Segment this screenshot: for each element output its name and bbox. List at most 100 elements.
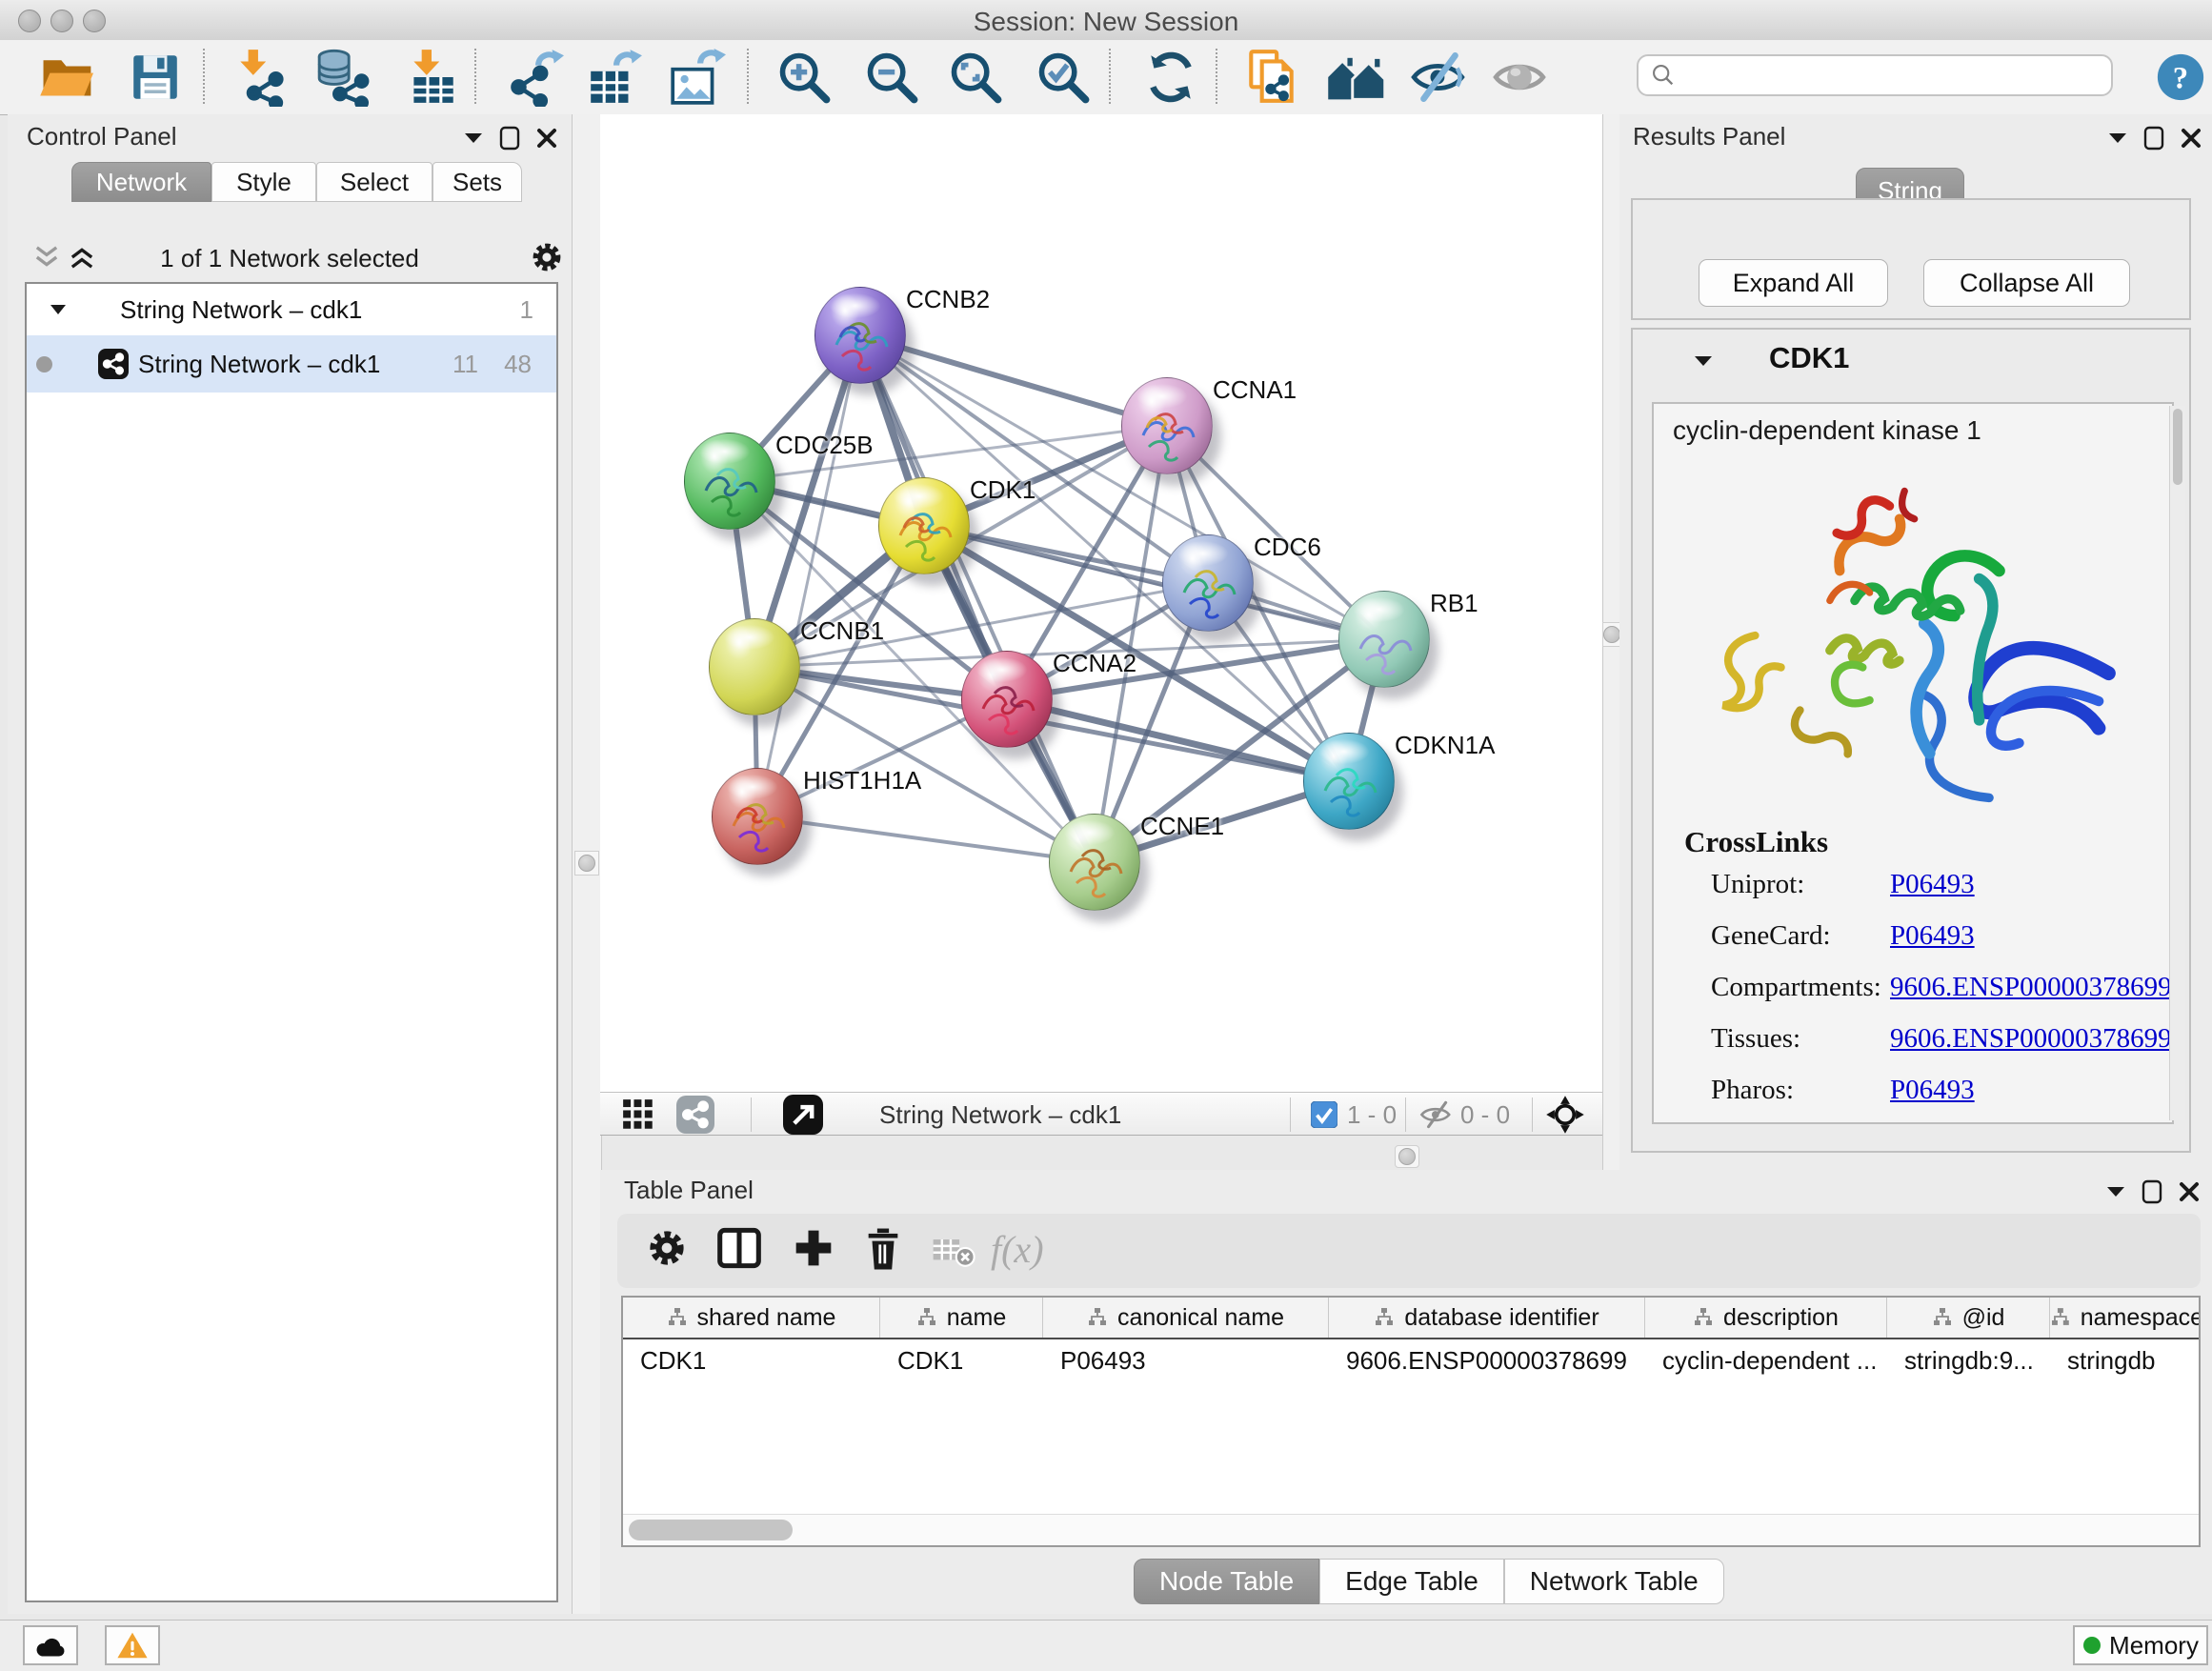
- network-collection-row[interactable]: String Network – cdk1 1: [27, 284, 556, 335]
- expand-all-button[interactable]: Expand All: [1699, 259, 1888, 307]
- node-CDC6[interactable]: [1162, 534, 1254, 632]
- import-table-file-button[interactable]: [404, 48, 459, 107]
- collapse-all-button[interactable]: Collapse All: [1923, 259, 2130, 307]
- column-header-description[interactable]: description: [1645, 1298, 1887, 1338]
- crosslink-link[interactable]: P06493: [1890, 920, 1975, 952]
- refresh-button[interactable]: [1143, 48, 1198, 107]
- table-cell[interactable]: 9606.ENSP00000378699: [1329, 1339, 1645, 1381]
- export-image-button[interactable]: [667, 48, 726, 107]
- tab-style[interactable]: Style: [211, 162, 316, 202]
- zoom-fit-button[interactable]: [947, 48, 1004, 107]
- show-columns-icon[interactable]: [716, 1227, 762, 1269]
- save-session-button[interactable]: [128, 48, 183, 107]
- show-hidden-button[interactable]: [1492, 48, 1547, 107]
- right-splitter-grip[interactable]: [1602, 622, 1621, 647]
- neighborhood-button[interactable]: [1324, 48, 1389, 107]
- crosslink-link[interactable]: P06493: [1890, 869, 1975, 900]
- delete-table-icon[interactable]: [932, 1237, 975, 1267]
- help-button[interactable]: ?: [2155, 48, 2206, 107]
- network-from-selection-button[interactable]: [1244, 48, 1299, 107]
- table-cell[interactable]: stringdb: [2050, 1339, 2201, 1381]
- node-HIST1H1A[interactable]: [712, 768, 803, 865]
- section-collapse-icon[interactable]: [1693, 354, 1714, 368]
- float-panel-icon[interactable]: [499, 126, 520, 151]
- collapse-panel-icon[interactable]: [463, 131, 484, 145]
- crosslink-link[interactable]: 9606.ENSP00000378699: [1890, 1023, 2172, 1055]
- global-search-field[interactable]: [1637, 54, 2113, 96]
- tab-sets[interactable]: Sets: [432, 162, 522, 202]
- column-header-canonical-name[interactable]: canonical name: [1043, 1298, 1329, 1338]
- node-table[interactable]: shared namenamecanonical namedatabase id…: [621, 1296, 2201, 1547]
- import-network-file-button[interactable]: [231, 48, 290, 107]
- memory-button[interactable]: Memory: [2073, 1625, 2208, 1665]
- grid-view-icon[interactable]: [622, 1098, 654, 1131]
- close-panel-icon[interactable]: [2180, 127, 2202, 150]
- export-table-button[interactable]: [585, 48, 644, 107]
- node-CDKN1A[interactable]: [1303, 733, 1395, 830]
- column-header-name[interactable]: name: [880, 1298, 1043, 1338]
- table-cell[interactable]: CDK1: [880, 1339, 1043, 1381]
- node-CCNA1[interactable]: [1121, 377, 1213, 474]
- zoom-out-button[interactable]: [863, 48, 920, 107]
- hscrollbar-thumb[interactable]: [629, 1520, 793, 1540]
- gene-description: cyclin-dependent kinase 1: [1673, 415, 1981, 446]
- float-panel-icon[interactable]: [2142, 1179, 2162, 1204]
- table-cell[interactable]: P06493: [1043, 1339, 1329, 1381]
- export-network-button[interactable]: [505, 48, 564, 107]
- results-scrollbar[interactable]: [2169, 406, 2185, 1120]
- column-header--id[interactable]: @id: [1887, 1298, 2050, 1338]
- node-RB1[interactable]: [1338, 591, 1430, 688]
- node-CDC25B[interactable]: [684, 433, 775, 530]
- zoom-selected-button[interactable]: [1035, 48, 1092, 107]
- tab-network[interactable]: Network: [71, 162, 211, 202]
- table-options-gear-icon[interactable]: [646, 1227, 688, 1269]
- bottom-splitter-grip[interactable]: [1395, 1145, 1419, 1168]
- import-network-database-button[interactable]: [314, 48, 373, 107]
- tab-network-table[interactable]: Network Table: [1504, 1559, 1724, 1604]
- zoom-in-button[interactable]: [775, 48, 833, 107]
- column-header-shared-name[interactable]: shared name: [623, 1298, 880, 1338]
- left-splitter-grip[interactable]: [574, 851, 599, 876]
- network-options-gear-icon[interactable]: [530, 240, 564, 274]
- table-data-row[interactable]: CDK1CDK1P064939606.ENSP00000378699cyclin…: [623, 1339, 2199, 1381]
- add-column-icon[interactable]: [793, 1227, 835, 1269]
- network-overview-icon[interactable]: [676, 1096, 714, 1134]
- tab-edge-table[interactable]: Edge Table: [1319, 1559, 1504, 1604]
- open-session-button[interactable]: [38, 48, 97, 107]
- crosshair-icon[interactable]: [1545, 1095, 1585, 1135]
- crosslink-link[interactable]: P06493: [1890, 1075, 1975, 1106]
- node-CCNA2[interactable]: [961, 651, 1053, 748]
- network-row-selected[interactable]: String Network – cdk1 11 48: [27, 335, 556, 393]
- warnings-button[interactable]: [105, 1625, 160, 1665]
- close-panel-icon[interactable]: [2178, 1180, 2201, 1203]
- crosslink-row: Tissues:9606.ENSP00000378699: [1654, 1023, 2176, 1075]
- hidden-eye-slash-icon[interactable]: [1419, 1099, 1454, 1130]
- open-in-window-icon[interactable]: [783, 1095, 823, 1135]
- cloud-button[interactable]: [23, 1625, 78, 1665]
- tree-expand-icon[interactable]: [50, 304, 67, 315]
- collapse-panel-icon[interactable]: [2107, 131, 2128, 145]
- node-CCNB1[interactable]: [709, 618, 800, 715]
- network-canvas[interactable]: CCNB2CCNA1CDC25BCDK1CDC6RB1CCNB1CCNA2CDK…: [600, 114, 1602, 1092]
- node-CCNB2[interactable]: [814, 287, 906, 384]
- hide-selected-button[interactable]: [1410, 48, 1469, 107]
- selected-checkbox-icon[interactable]: [1311, 1101, 1337, 1128]
- table-cell[interactable]: stringdb:9...: [1887, 1339, 2050, 1381]
- node-CDK1[interactable]: [878, 477, 970, 574]
- import-table-icon: [413, 50, 439, 75]
- search-input[interactable]: [1677, 60, 2090, 91]
- table-hscrollbar[interactable]: [623, 1514, 2199, 1545]
- tab-select[interactable]: Select: [316, 162, 432, 202]
- collapse-panel-icon[interactable]: [2105, 1185, 2126, 1198]
- column-header-namespace[interactable]: namespace: [2050, 1298, 2201, 1338]
- table-cell[interactable]: cyclin-dependent ...: [1645, 1339, 1887, 1381]
- float-panel-icon[interactable]: [2143, 126, 2164, 151]
- node-CCNE1[interactable]: [1049, 814, 1140, 911]
- table-cell[interactable]: CDK1: [623, 1339, 880, 1381]
- column-header-database-identifier[interactable]: database identifier: [1329, 1298, 1645, 1338]
- delete-column-icon[interactable]: [863, 1227, 903, 1271]
- tab-node-table[interactable]: Node Table: [1134, 1559, 1319, 1604]
- function-builder-button[interactable]: f(x): [991, 1227, 1044, 1272]
- crosslink-link[interactable]: 9606.ENSP00000378699: [1890, 972, 2172, 1003]
- close-panel-icon[interactable]: [535, 127, 558, 150]
